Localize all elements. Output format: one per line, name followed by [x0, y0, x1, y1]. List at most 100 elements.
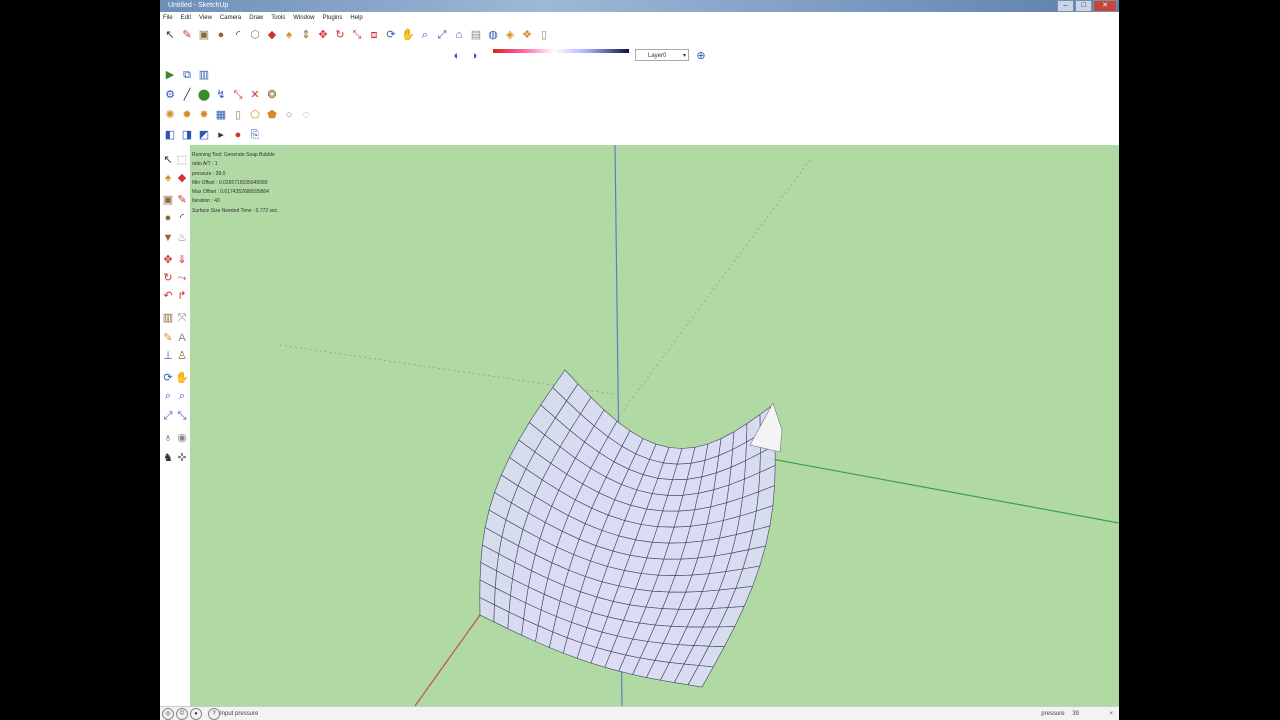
- arc-icon[interactable]: ◜: [231, 28, 245, 42]
- zoom-extents-tool-icon[interactable]: ⤢: [161, 409, 175, 423]
- components-icon[interactable]: ▤: [469, 28, 483, 42]
- mesh-icon[interactable]: ▦: [214, 108, 228, 122]
- layer-manager-icon[interactable]: ⊕: [694, 49, 708, 63]
- menu-window[interactable]: Window: [293, 13, 314, 24]
- scene-icon[interactable]: ◧: [163, 128, 177, 142]
- model-viewport[interactable]: Running Tool: Generate Soap Bubble ratio…: [190, 145, 1119, 706]
- close-window-button[interactable]: ✕: [1093, 0, 1117, 12]
- menu-tools[interactable]: Tools: [271, 13, 285, 24]
- layer-dropdown[interactable]: Layer0 ▾: [635, 49, 689, 61]
- zoom-extents-icon[interactable]: ⤢: [435, 28, 449, 42]
- select-icon[interactable]: ↖: [163, 28, 177, 42]
- polygon-icon[interactable]: ⬡: [248, 28, 262, 42]
- freehand-tool-icon[interactable]: ♨: [175, 231, 189, 245]
- paint-bucket-icon[interactable]: ♠: [282, 28, 296, 42]
- circle-tool-icon[interactable]: ●: [161, 211, 175, 225]
- minimize-button[interactable]: –: [1057, 0, 1074, 12]
- offset-tool-icon[interactable]: ↱: [175, 289, 189, 303]
- bubble-relax-icon[interactable]: ✹: [180, 108, 194, 122]
- zoom-icon[interactable]: ⌕: [418, 28, 432, 42]
- polygon-tool-icon[interactable]: ▼: [161, 231, 175, 245]
- position-camera-tool-icon[interactable]: ♁: [161, 431, 175, 445]
- protractor-tool-icon[interactable]: ✎: [161, 331, 175, 345]
- push-pull-tool-icon[interactable]: ⇓: [175, 253, 189, 267]
- follow-me-tool-icon[interactable]: ⤳: [175, 271, 189, 285]
- circle-outline-icon[interactable]: ◌: [299, 108, 313, 122]
- menu-draw[interactable]: Draw: [249, 13, 263, 24]
- credits-icon[interactable]: ©: [176, 708, 188, 720]
- arc-tool-icon[interactable]: ◜: [175, 211, 189, 225]
- paint-tool-icon[interactable]: ♠: [161, 171, 175, 185]
- close-measurement-icon[interactable]: ×: [1109, 707, 1113, 720]
- scene-add-icon[interactable]: ◩: [197, 128, 211, 142]
- dimension-tool-icon[interactable]: ⤧: [175, 311, 189, 325]
- orbit-tool-icon[interactable]: ⟳: [161, 371, 175, 385]
- circle-icon[interactable]: ●: [214, 28, 228, 42]
- look-around-tool-icon[interactable]: ◉: [175, 431, 189, 445]
- geo-location-icon[interactable]: ◎: [162, 708, 174, 720]
- menu-camera[interactable]: Camera: [220, 13, 241, 24]
- sphere-icon[interactable]: ○: [282, 108, 296, 122]
- tape-tool-icon[interactable]: ▥: [161, 311, 175, 325]
- rectangle-tool-icon[interactable]: ▣: [161, 193, 175, 207]
- surface-icon[interactable]: ⬠: [248, 108, 262, 122]
- soap-bubble-icon[interactable]: ✺: [163, 108, 177, 122]
- scene-next-icon[interactable]: ◨: [180, 128, 194, 142]
- standard-view-icon[interactable]: ▶: [163, 68, 177, 82]
- play-icon[interactable]: ▸: [214, 128, 228, 142]
- user-icon[interactable]: ●: [190, 708, 202, 720]
- 3d-text-tool-icon[interactable]: ♙: [175, 349, 189, 363]
- pencil-icon[interactable]: ✎: [180, 28, 194, 42]
- tape-measure-icon[interactable]: ⤡: [231, 88, 245, 102]
- 3d-warehouse-icon[interactable]: ⌂: [452, 28, 466, 42]
- pan-icon[interactable]: ✋: [401, 28, 415, 42]
- scale-tool-icon[interactable]: ↶: [161, 289, 175, 303]
- more-tools-icon[interactable]: ▯: [537, 28, 551, 42]
- pencil-tool-icon[interactable]: ✎: [175, 193, 189, 207]
- rectangle-icon[interactable]: ▣: [197, 28, 211, 42]
- menu-plugins[interactable]: Plugins: [323, 13, 343, 24]
- maximize-button[interactable]: □: [1075, 0, 1092, 12]
- follow-me-icon[interactable]: ↯: [214, 88, 228, 102]
- menu-view[interactable]: View: [199, 13, 212, 24]
- walk-tool-icon[interactable]: ♞: [161, 451, 175, 465]
- menu-file[interactable]: File: [163, 13, 173, 24]
- record-icon[interactable]: ●: [231, 128, 245, 142]
- eraser-icon[interactable]: ◆: [265, 28, 279, 42]
- delete-icon[interactable]: ✕: [248, 88, 262, 102]
- layers-icon[interactable]: ❖: [520, 28, 534, 42]
- bubble-pressure-icon[interactable]: ✸: [197, 108, 211, 122]
- plugin-icon[interactable]: ❂: [265, 88, 279, 102]
- zoom-tool-icon[interactable]: ⌕: [161, 389, 175, 403]
- section-icon[interactable]: ⧉: [180, 68, 194, 82]
- soap-bubble-surface[interactable]: [479, 369, 783, 688]
- previous-view-tool-icon[interactable]: ⤡: [175, 409, 189, 423]
- location-icon[interactable]: ⬤: [197, 88, 211, 102]
- section-plane-tool-icon[interactable]: ✜: [175, 451, 189, 465]
- move-icon[interactable]: ✥: [316, 28, 330, 42]
- materials-icon[interactable]: ◍: [486, 28, 500, 42]
- scale-icon[interactable]: ⤡: [350, 28, 364, 42]
- eraser-tool-icon[interactable]: ◆: [175, 171, 189, 185]
- rotate-icon[interactable]: ↻: [333, 28, 347, 42]
- settings-icon[interactable]: ⚙: [163, 88, 177, 102]
- styles-icon[interactable]: ◈: [503, 28, 517, 42]
- push-pull-icon[interactable]: ⇕: [299, 28, 313, 42]
- section-display-icon[interactable]: ▥: [197, 68, 211, 82]
- export-icon[interactable]: ⎘: [248, 128, 262, 142]
- text-tool-icon[interactable]: A: [175, 331, 189, 345]
- orbit-icon[interactable]: ⟳: [384, 28, 398, 42]
- line-icon[interactable]: ╱: [180, 88, 194, 102]
- zoom-window-tool-icon[interactable]: ⌕: [175, 389, 189, 403]
- select-tool-icon[interactable]: ↖: [161, 153, 175, 167]
- axes-tool-icon[interactable]: ⊥: [161, 349, 175, 363]
- offset-icon[interactable]: ⧈: [367, 28, 381, 42]
- measurements-box[interactable]: pressure 39: [1041, 707, 1079, 720]
- pan-tool-icon[interactable]: ✋: [175, 371, 189, 385]
- menu-edit[interactable]: Edit: [181, 13, 191, 24]
- move-tool-icon[interactable]: ✥: [161, 253, 175, 267]
- blank-tool-icon[interactable]: ▯: [231, 108, 245, 122]
- rotate-tool-icon[interactable]: ↻: [161, 271, 175, 285]
- shadow-icon[interactable]: ◐: [450, 49, 464, 63]
- menu-help[interactable]: Help: [350, 13, 362, 24]
